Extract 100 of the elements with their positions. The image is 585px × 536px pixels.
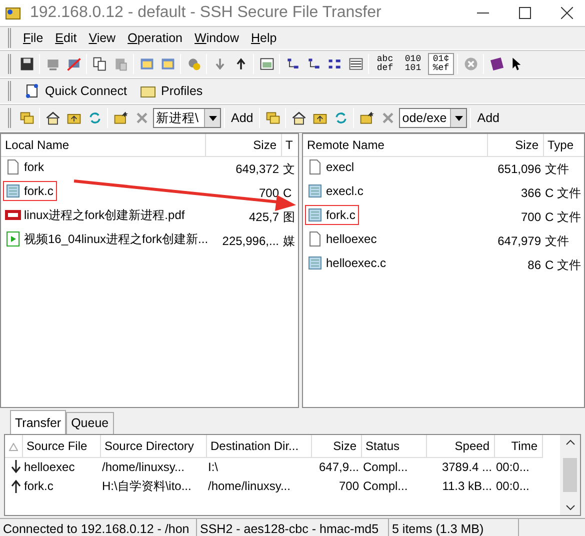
column-header[interactable]: Source File xyxy=(22,435,100,457)
save-icon xyxy=(18,56,34,72)
table-cell: 文 xyxy=(281,156,298,180)
maximize-icon[interactable] xyxy=(519,7,531,19)
c-file-icon xyxy=(4,182,22,200)
table-cell-text: C 文件 xyxy=(544,184,582,202)
table-cell: 651,096 xyxy=(487,156,543,180)
paste-icon xyxy=(112,56,128,72)
table-cell-text: Compl... xyxy=(362,478,409,495)
column-header[interactable]: Size xyxy=(205,134,281,156)
file-name[interactable]: linux进程之fork创建新进程.pdf xyxy=(3,204,189,224)
column-header[interactable]: T xyxy=(281,134,298,156)
refresh-icon xyxy=(86,110,102,126)
table-cell: helloexec xyxy=(22,457,100,476)
file-name[interactable]: fork.c xyxy=(3,180,58,200)
menu-item[interactable]: Window xyxy=(188,28,245,48)
home-icon xyxy=(44,110,60,126)
file-name[interactable]: fork.c xyxy=(305,204,360,224)
panel-icon xyxy=(258,56,274,72)
stop-icon xyxy=(462,56,478,72)
table-cell-text: 425,7 xyxy=(248,208,280,226)
column-header[interactable]: Destination Dir... xyxy=(206,435,311,457)
c-file-icon xyxy=(306,254,324,272)
table-cell-text: /home/linuxsy... xyxy=(207,478,292,495)
column-header[interactable]: Remote Name xyxy=(303,134,487,156)
caret-icon xyxy=(454,116,463,120)
disconnect-icon xyxy=(66,56,82,72)
scrollbar-thumb[interactable] xyxy=(563,458,577,492)
column-header[interactable]: Type xyxy=(543,134,584,156)
scroll-up-icon[interactable] xyxy=(566,439,574,445)
table-cell-text: 366 xyxy=(520,184,542,202)
profiles-button[interactable]: Profiles xyxy=(132,79,209,103)
table-cell-text: C xyxy=(282,184,293,202)
menu-item[interactable]: View xyxy=(82,28,122,48)
table-cell: 649,372 xyxy=(205,156,281,180)
caret-icon xyxy=(208,116,216,120)
c-file-icon xyxy=(306,182,324,200)
file-name[interactable]: 视频16_04linux进程之fork创建新... xyxy=(3,228,212,248)
file-name[interactable]: execl xyxy=(305,156,358,176)
c-file-icon xyxy=(306,206,324,224)
table-cell-text: 700 xyxy=(520,208,542,226)
table-cell-text: 图 xyxy=(282,208,296,226)
add-button[interactable]: Add xyxy=(474,108,502,128)
add-button[interactable]: Add xyxy=(228,108,256,128)
quick-connect-button[interactable]: Quick Connect xyxy=(17,79,133,103)
window-title: 192.168.0.12 - default - SSH Secure File Transfer xyxy=(30,3,382,23)
column-header[interactable]: Size xyxy=(311,435,361,457)
table-cell-text: 700 xyxy=(338,478,360,495)
tab[interactable]: Queue xyxy=(66,412,114,434)
transfer-mode-button[interactable]: abc def xyxy=(372,53,398,75)
window-icon xyxy=(160,56,176,72)
file-name[interactable]: helloexec.c xyxy=(305,252,390,272)
table-cell: 647,9... xyxy=(311,457,361,476)
video-file-icon xyxy=(4,230,22,248)
copy-icon xyxy=(92,56,108,72)
column-header[interactable]: Local Name xyxy=(1,134,205,156)
new-folder-icon xyxy=(358,110,375,126)
close-icon[interactable] xyxy=(561,7,573,19)
transfer-mode-button[interactable]: 01¢ %ef xyxy=(428,53,454,75)
table-cell: 文件 xyxy=(543,156,584,180)
file-name[interactable]: fork xyxy=(3,156,48,176)
table-cell-text: 86 xyxy=(526,256,542,274)
table-cell-text: 00:0... xyxy=(495,478,530,495)
table-cell: Compl... xyxy=(361,457,426,476)
file-name[interactable]: helloexec xyxy=(305,228,381,248)
path-dropdown[interactable]: ode/exe xyxy=(399,108,468,128)
menu-item[interactable]: File xyxy=(17,28,50,48)
table-cell-text: C 文件 xyxy=(544,208,582,226)
table-cell-text: C 文件 xyxy=(544,256,582,274)
table-cell: 3789.4 ... xyxy=(426,457,494,476)
table-cell-text: 文件 xyxy=(544,232,570,250)
details-icon xyxy=(348,56,364,72)
table-cell-text: H:\自学资料\ito... xyxy=(101,478,192,495)
column-header[interactable]: Source Directory xyxy=(100,435,206,457)
column-header[interactable]: Time xyxy=(494,435,542,457)
table-cell-text: fork.c xyxy=(23,478,54,495)
scroll-down-icon[interactable] xyxy=(566,505,574,511)
file-name[interactable]: execl.c xyxy=(305,180,368,200)
table-cell: /home/linuxsy... xyxy=(100,457,206,476)
sort-icon xyxy=(9,442,18,451)
table-cell: 00:0... xyxy=(494,457,542,476)
menu-item[interactable]: Help xyxy=(245,28,283,48)
column-header[interactable]: Size xyxy=(487,134,543,156)
menu-item[interactable]: Edit xyxy=(49,28,83,48)
menu-item[interactable]: Operation xyxy=(122,28,189,48)
window-icon xyxy=(138,56,154,72)
transfer-mode-button[interactable]: 010 101 xyxy=(400,53,426,75)
tab[interactable]: Transfer xyxy=(10,410,66,434)
table-cell: I:\ xyxy=(206,457,311,476)
column-header[interactable]: Status xyxy=(361,435,426,457)
folders-icon xyxy=(18,110,34,126)
connect-icon xyxy=(23,82,41,100)
path-dropdown[interactable]: 新进程\ xyxy=(153,108,221,128)
column-header[interactable]: Speed xyxy=(426,435,494,457)
table-cell-text: 11.3 kB... xyxy=(441,478,493,495)
table-cell-text: 媒 xyxy=(282,232,296,250)
refresh-icon xyxy=(332,110,349,126)
home-icon xyxy=(290,110,307,126)
folders-icon xyxy=(264,110,281,126)
table-cell-text: 647,979 xyxy=(496,232,542,250)
